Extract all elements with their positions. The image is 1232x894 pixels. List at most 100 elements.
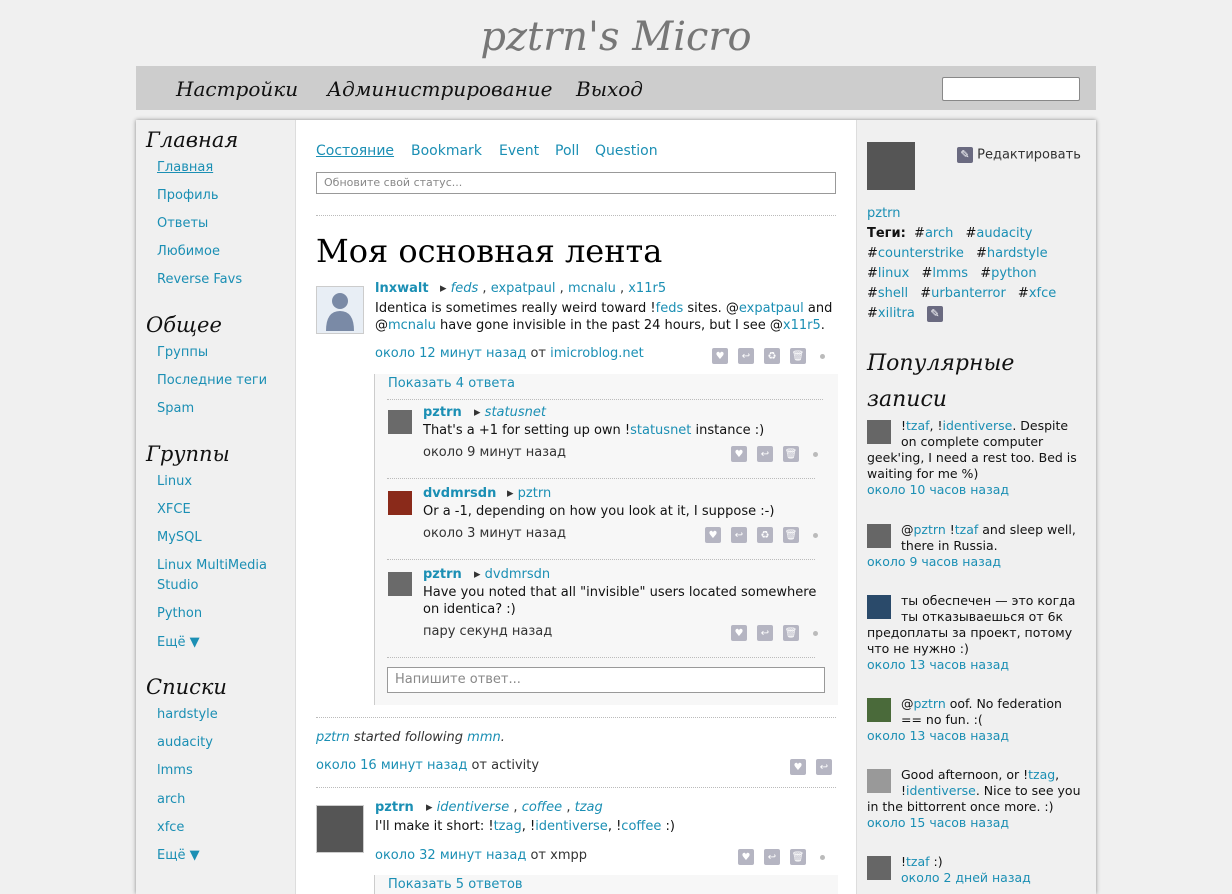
avatar[interactable] [388, 572, 412, 596]
mention-link[interactable]: mcnalu [388, 318, 436, 333]
recipient-link[interactable]: statusnet [485, 405, 546, 420]
list-item[interactable]: lmms [157, 761, 193, 781]
activity-time[interactable]: около 16 минут назад [316, 758, 467, 773]
popular-time[interactable]: около 2 дней назад [867, 870, 1085, 886]
more-icon[interactable] [813, 451, 818, 457]
notice-author[interactable]: lnxwalt [375, 281, 429, 296]
avatar[interactable] [867, 595, 891, 619]
repeat-icon[interactable]: ♻ [764, 348, 780, 364]
recipient-link[interactable]: tzag [575, 800, 603, 815]
nav-settings[interactable]: Настройки [176, 77, 298, 101]
group-link[interactable]: tzag [494, 819, 522, 834]
reply-time[interactable]: около 9 минут назад [423, 445, 566, 460]
group-link[interactable]: tzaf [906, 418, 930, 433]
tag-link[interactable]: audacity [976, 226, 1032, 241]
activity-actor[interactable]: pztrn [316, 730, 350, 745]
recipient-link[interactable]: expatpaul [491, 281, 556, 296]
sidebar-item-recent-tags[interactable]: Последние теги [157, 371, 267, 391]
avatar[interactable] [867, 698, 891, 722]
site-title[interactable]: pztrn's Micro [0, 14, 1232, 60]
status-input[interactable]: Обновите свой статус... [316, 172, 836, 194]
reply-icon[interactable]: ↩ [757, 625, 773, 641]
group-link[interactable]: identiverse [535, 819, 608, 834]
more-icon[interactable] [813, 630, 818, 636]
lists-more-button[interactable]: Ещё ▼ [157, 846, 200, 866]
popular-time[interactable]: около 13 часов назад [867, 728, 1085, 744]
avatar[interactable] [867, 769, 891, 793]
tab-event[interactable]: Event [499, 143, 539, 159]
group-item[interactable]: Python [157, 604, 202, 624]
more-icon[interactable] [813, 532, 818, 538]
notice-time[interactable]: около 12 минут назад [375, 346, 526, 361]
group-item[interactable]: Linux [157, 472, 192, 492]
reply-icon[interactable]: ↩ [816, 759, 832, 775]
more-icon[interactable] [820, 353, 825, 359]
mention-link[interactable]: pztrn [914, 522, 946, 537]
tag-link[interactable]: shell [878, 286, 908, 301]
mention-link[interactable]: x11r5 [783, 318, 821, 333]
favorite-icon[interactable]: ♥ [738, 849, 754, 865]
nav-logout[interactable]: Выход [576, 77, 643, 101]
edit-tags-icon[interactable]: ✎ [926, 305, 943, 322]
notice-author[interactable]: pztrn [375, 800, 414, 815]
sidebar-item-reverse-favs[interactable]: Reverse Favs [157, 270, 242, 290]
avatar[interactable] [388, 410, 412, 434]
nav-admin[interactable]: Администрирование [327, 77, 553, 101]
popular-time[interactable]: около 13 часов назад [867, 657, 1085, 673]
repeat-icon[interactable]: ♻ [757, 527, 773, 543]
edit-profile-button[interactable]: ✎ Редактировать [957, 147, 1081, 163]
show-replies-link[interactable]: Показать 4 ответа [388, 376, 515, 391]
list-item[interactable]: arch [157, 790, 185, 810]
sidebar-item-profile[interactable]: Профиль [157, 186, 219, 206]
recipient-link[interactable]: feds [451, 281, 479, 296]
avatar[interactable] [388, 491, 412, 515]
avatar[interactable] [867, 856, 891, 880]
delete-icon[interactable]: 🗑 [783, 446, 799, 462]
popular-time[interactable]: около 9 часов назад [867, 554, 1085, 570]
recipient-link[interactable]: identiverse [437, 800, 510, 815]
reply-author[interactable]: dvdmrsdn [423, 486, 496, 501]
group-link[interactable]: statusnet [630, 423, 691, 438]
favorite-icon[interactable]: ♥ [731, 625, 747, 641]
tab-status[interactable]: Состояние [316, 143, 394, 159]
reply-icon[interactable]: ↩ [731, 527, 747, 543]
tag-link[interactable]: arch [925, 226, 953, 241]
group-link[interactable]: tzaf [906, 854, 930, 869]
group-item[interactable]: MySQL [157, 528, 202, 548]
avatar[interactable] [867, 420, 891, 444]
group-link[interactable]: identiverse [943, 418, 1013, 433]
delete-icon[interactable]: 🗑 [790, 849, 806, 865]
group-link[interactable]: identiverse [906, 783, 976, 798]
notice-source[interactable]: imicroblog.net [550, 346, 644, 361]
reply-icon[interactable]: ↩ [757, 446, 773, 462]
list-item[interactable]: audacity [157, 733, 213, 753]
delete-icon[interactable]: 🗑 [783, 527, 799, 543]
recipient-link[interactable]: mcnalu [568, 281, 616, 296]
group-link[interactable]: coffee [621, 819, 661, 834]
list-item[interactable]: xfce [157, 818, 184, 838]
tag-link[interactable]: xfce [1029, 286, 1056, 301]
profile-nickname[interactable]: pztrn [867, 206, 901, 221]
avatar[interactable] [867, 524, 891, 548]
reply-input[interactable]: Напишите ответ... [387, 667, 825, 693]
avatar[interactable] [867, 142, 915, 190]
group-link[interactable]: feds [656, 301, 684, 316]
list-item[interactable]: hardstyle [157, 705, 218, 725]
sidebar-item-spam[interactable]: Spam [157, 399, 194, 419]
delete-icon[interactable]: 🗑 [790, 348, 806, 364]
favorite-icon[interactable]: ♥ [712, 348, 728, 364]
show-replies-link[interactable]: Показать 5 ответов [388, 877, 523, 892]
reply-time[interactable]: пару секунд назад [423, 624, 552, 639]
group-link[interactable]: tzag [1028, 767, 1055, 782]
reply-author[interactable]: pztrn [423, 567, 462, 582]
recipient-link[interactable]: x11r5 [628, 281, 666, 296]
search-input[interactable] [942, 77, 1080, 101]
tag-link[interactable]: hardstyle [987, 246, 1048, 261]
tab-poll[interactable]: Poll [555, 143, 579, 159]
tag-link[interactable]: lmms [932, 266, 968, 281]
tag-link[interactable]: counterstrike [878, 246, 964, 261]
mention-link[interactable]: expatpaul [739, 301, 804, 316]
group-item[interactable]: XFCE [157, 500, 191, 520]
group-item[interactable]: Linux MultiMedia Studio [157, 556, 277, 596]
activity-target[interactable]: mmn [467, 730, 501, 745]
